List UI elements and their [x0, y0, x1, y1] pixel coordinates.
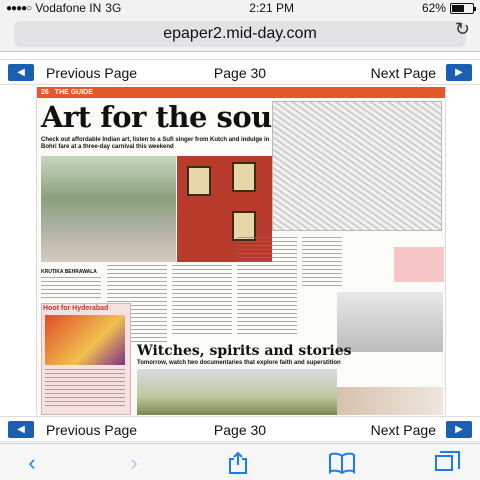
epaper-page[interactable]: 26 THE GUIDE Art for the soul Check out … — [36, 87, 446, 415]
event-info-box — [394, 247, 444, 282]
reload-icon[interactable]: ↻ — [455, 19, 470, 40]
tabs-icon[interactable] — [428, 450, 460, 476]
clock: 2:21 PM — [249, 1, 294, 15]
battery-percent: 62% — [421, 1, 446, 15]
page-nav-top: ◀ Previous Page Page 30 Next Page ▶ — [0, 59, 480, 85]
text-column — [172, 265, 232, 335]
documentary-still — [137, 369, 337, 415]
section-name: THE GUIDE — [54, 89, 93, 96]
carrier-label: Vodafone IN — [35, 1, 102, 15]
text-column — [302, 237, 342, 287]
next-page-link[interactable]: Next Page — [371, 65, 436, 81]
section-bar: 26 THE GUIDE — [37, 87, 445, 98]
browser-chrome: epaper2.mid-day.com ↻ — [0, 16, 480, 52]
share-icon[interactable] — [222, 450, 254, 476]
status-bar: ●●●●○ Vodafone IN 3G 2:21 PM 62% — [0, 0, 480, 16]
page-nav-bottom: ◀ Previous Page Page 30 Next Page ▶ — [0, 416, 480, 442]
chevron-right-icon[interactable]: › — [118, 450, 150, 476]
url-text: epaper2.mid-day.com — [163, 25, 317, 42]
hoot-headline: Hoot for Hyderabad — [43, 305, 109, 312]
book-icon[interactable] — [326, 450, 358, 476]
chevron-left-icon[interactable]: ‹ — [16, 450, 48, 476]
article-deck: Check out affordable Indian art, listen … — [41, 137, 270, 150]
article-headline: Art for the soul — [41, 100, 283, 134]
browser-toolbar: ‹ › — [0, 443, 480, 480]
singer-photo — [337, 292, 443, 352]
address-bar[interactable]: epaper2.mid-day.com — [14, 21, 466, 47]
sketch-artwork-image — [272, 101, 442, 231]
portrait-photo — [337, 387, 443, 415]
article-byline: KRUTIKA BEHRAWALA — [41, 269, 97, 275]
hoot-text — [45, 369, 125, 409]
section-number: 26 — [41, 89, 49, 96]
text-column — [237, 237, 297, 337]
painting-frame — [232, 162, 256, 192]
next-page-link[interactable]: Next Page — [371, 422, 436, 438]
battery-icon — [449, 2, 476, 14]
painting-frame — [187, 166, 211, 196]
next-page-arrow-icon[interactable]: ▶ — [446, 64, 472, 81]
next-page-arrow-icon[interactable]: ▶ — [446, 421, 472, 438]
witches-deck: Tomorrow, watch two documentaries that e… — [137, 360, 341, 366]
witches-headline: Witches, spirits and stories — [137, 343, 352, 359]
text-column — [41, 277, 101, 301]
network-label: 3G — [105, 1, 122, 15]
exhibition-photo — [41, 156, 176, 262]
hoot-illustration — [45, 315, 125, 365]
signal-icon: ●●●●○ — [6, 2, 32, 14]
